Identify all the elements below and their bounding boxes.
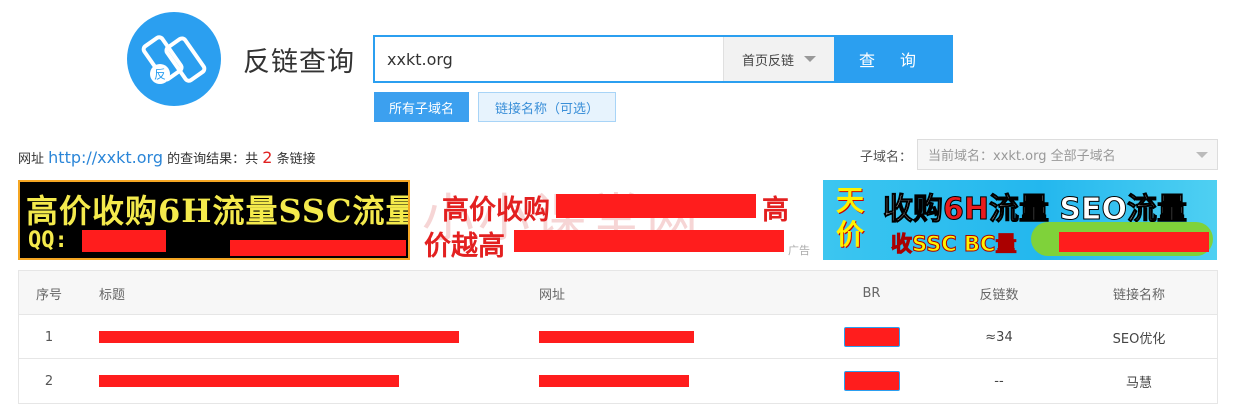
ad3-tian: 天价	[835, 184, 864, 251]
ad1-contact: QQ:	[28, 228, 68, 253]
app-logo: 反	[127, 12, 221, 106]
row-index: 2	[44, 373, 54, 389]
redaction-block	[539, 375, 689, 387]
redaction-block	[1059, 232, 1209, 252]
search-button[interactable]: 查 询	[834, 37, 951, 81]
anchor-text-button[interactable]: 链接名称（可选）	[478, 92, 616, 122]
search-input[interactable]	[375, 37, 723, 81]
summary-url-link[interactable]: http://xxkt.org	[48, 148, 163, 167]
br-badge	[843, 327, 900, 347]
row-br	[819, 315, 924, 359]
logo-char: 反	[154, 68, 166, 82]
row-title-link[interactable]	[99, 315, 499, 359]
ad2-line2: 价越高	[424, 231, 505, 260]
mode-select[interactable]: 首页反链	[723, 37, 834, 81]
row-title-link[interactable]	[99, 359, 499, 403]
ad-banner-3[interactable]: 天价 收购6H流量 SEO流量 收SSC BC量	[823, 180, 1217, 260]
ad-banner-2[interactable]: 小小课堂网 高价收购 高 价越高 广告	[418, 180, 812, 260]
results-table: 序号 标题 网址 BR 反链数 链接名称 1 ≈34 SEO优化 2 -- 马慧	[18, 270, 1218, 404]
br-badge	[843, 371, 900, 391]
redaction-block	[99, 375, 399, 387]
ad2-line1: 高价收购	[442, 195, 550, 226]
summary-middle: 的查询结果：共	[167, 152, 259, 167]
row-backlinks: --	[994, 373, 1004, 389]
table-row: 2 -- 马慧	[19, 359, 1217, 403]
ad1-headline: 高价收购6H流量SSC流量	[26, 192, 410, 230]
row-br	[819, 359, 924, 403]
header-index: 序号	[35, 287, 62, 303]
page-title: 反链查询	[243, 47, 355, 78]
chain-link-icon: 反	[141, 35, 207, 84]
mode-select-label: 首页反链	[741, 53, 794, 69]
header-title: 标题	[99, 287, 126, 303]
table-row: 1 ≈34 SEO优化	[19, 315, 1217, 359]
summary-suffix: 条链接	[276, 152, 316, 167]
row-url-link[interactable]	[539, 359, 799, 403]
ad3-subline: 收SSC BC量	[890, 232, 1017, 257]
ad-tag: 广告	[788, 244, 810, 257]
search-bar: 首页反链 查 询	[373, 35, 953, 83]
header-url: 网址	[539, 287, 566, 303]
redaction-block	[99, 331, 459, 343]
row-anchor: 马慧	[1125, 375, 1152, 391]
header-br: BR	[862, 285, 881, 301]
ad2-line1-end: 高	[762, 195, 789, 226]
redaction-block	[539, 331, 694, 343]
table-header: 序号 标题 网址 BR 反链数 链接名称	[19, 271, 1217, 315]
caret-down-icon	[804, 56, 816, 62]
subdomain-label: 子域名：	[860, 150, 913, 165]
subdomain-select[interactable]: 当前域名：xxkt.org 全部子域名	[917, 139, 1218, 170]
row-index: 1	[44, 329, 54, 345]
header-anchor: 链接名称	[1112, 287, 1165, 303]
all-subdomains-button[interactable]: 所有子域名	[374, 92, 469, 122]
redaction-block	[556, 194, 756, 218]
row-anchor: SEO优化	[1112, 331, 1166, 347]
redaction-block	[230, 240, 406, 256]
row-url-link[interactable]	[539, 315, 799, 359]
header-backlinks: 反链数	[979, 287, 1019, 303]
caret-down-icon	[1196, 152, 1208, 158]
redaction-block	[514, 230, 784, 252]
result-summary: 网址 http://xxkt.org 的查询结果：共 2 条链接	[18, 148, 316, 167]
subdomain-select-value: 当前域名：xxkt.org 全部子域名	[928, 149, 1116, 164]
summary-prefix: 网址	[18, 152, 45, 167]
summary-count: 2	[262, 148, 273, 167]
ad-banner-1[interactable]: 高价收购6H流量SSC流量 QQ:	[18, 180, 410, 260]
redaction-block	[82, 230, 166, 252]
row-backlinks: ≈34	[985, 329, 1013, 345]
